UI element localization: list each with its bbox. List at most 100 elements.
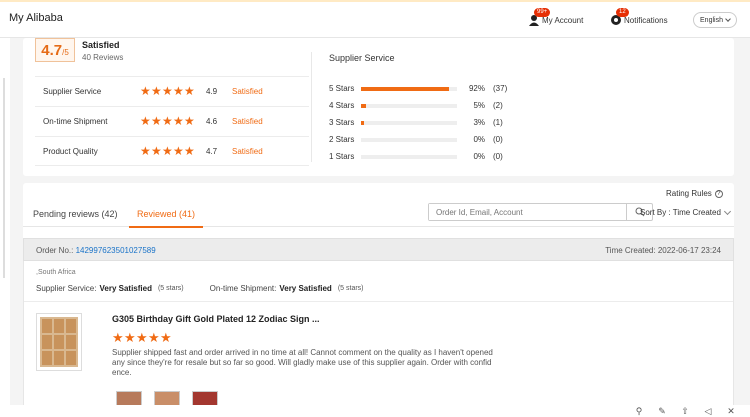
order-number-label: Order No.: bbox=[36, 246, 74, 255]
metrics-table: Supplier Service ★ ★ ★ ★ ★ 4.9 Satisfied On-… bbox=[35, 76, 309, 166]
bottom-toolbar: ⚲ ✎ ⇧ ◁ ✕ bbox=[0, 405, 750, 417]
distribution-count: (37) bbox=[493, 84, 508, 93]
distribution-bar bbox=[361, 154, 457, 159]
order-number-link[interactable]: 142997623501027589 bbox=[76, 246, 156, 255]
metric-label: Product Quality bbox=[43, 146, 98, 156]
rating-rules-link[interactable]: Rating Rules ? bbox=[666, 189, 723, 198]
supplier-service-stars: (5 stars) bbox=[157, 285, 184, 292]
supplier-service-label: Supplier Service: bbox=[36, 284, 97, 293]
overall-score: 4.7 /5 Satisfied 40 Reviews bbox=[35, 38, 123, 62]
distribution-row: 3 Stars 3% (1) bbox=[329, 114, 513, 131]
shipment-stars: (5 stars) bbox=[337, 285, 364, 292]
score-box: 4.7 /5 bbox=[35, 38, 75, 62]
tab-pending-reviews[interactable]: Pending reviews (42) bbox=[25, 209, 126, 226]
buyer-country: ,South Africa bbox=[36, 269, 76, 276]
my-account-label: My Account bbox=[542, 15, 584, 25]
metric-status: Satisfied bbox=[232, 87, 263, 96]
distribution-percent: 0% bbox=[473, 135, 485, 144]
star-rating: ★ ★ ★ ★ ★ bbox=[140, 114, 198, 128]
star-icon: ★ bbox=[112, 330, 124, 345]
metric-status: Satisfied bbox=[232, 146, 263, 156]
metric-status: Satisfied bbox=[232, 117, 263, 126]
order-number: Order No.: 142997623501027589 bbox=[36, 246, 156, 255]
star-icon: ★ bbox=[151, 114, 162, 128]
product-image bbox=[40, 317, 78, 367]
product-image-card bbox=[42, 319, 52, 333]
notifications-link[interactable]: 12 Notifications bbox=[610, 8, 668, 26]
score-value: 4.7 bbox=[41, 42, 63, 59]
distribution-fill bbox=[361, 120, 364, 125]
star-icon: ★ bbox=[162, 143, 173, 158]
star-icon: ★ bbox=[151, 84, 162, 98]
metric-value: 4.9 bbox=[206, 87, 218, 96]
metric-row: On-time Shipment ★ ★ ★ ★ ★ 4.6 Satisfied bbox=[35, 106, 309, 136]
distribution-bar bbox=[361, 137, 457, 142]
star-icon: ★ bbox=[173, 143, 184, 158]
distribution-label: 5 Stars bbox=[329, 84, 355, 93]
metric-label: On-time Shipment bbox=[43, 117, 108, 126]
help-icon: ? bbox=[714, 189, 723, 198]
star-icon: ★ bbox=[140, 143, 151, 158]
distribution-fill bbox=[361, 86, 450, 91]
half-star-icon: ★ bbox=[184, 114, 195, 128]
star-icon: ★ bbox=[173, 114, 184, 128]
metric-value: 4.6 bbox=[206, 117, 218, 126]
edit-icon[interactable]: ✎ bbox=[657, 406, 667, 416]
upload-icon[interactable]: ⇧ bbox=[680, 406, 690, 416]
supplier-service-rating: Supplier Service: Very Satisfied (5 star… bbox=[36, 284, 184, 293]
notifications-label: Notifications bbox=[624, 15, 668, 25]
chevron-down-icon bbox=[723, 207, 731, 215]
shipment-label: On-time Shipment: bbox=[209, 284, 277, 293]
metric-label: Supplier Service bbox=[43, 87, 102, 96]
star-rating: ★ ★ ★ ★ ★ bbox=[140, 143, 198, 158]
rocket-icon[interactable]: ⚲ bbox=[634, 406, 644, 416]
brand-title[interactable]: My Alibaba bbox=[9, 12, 63, 24]
metric-row: Product Quality ★ ★ ★ ★ ★ 4.7 Satisfied bbox=[35, 136, 309, 166]
rating-rules-label: Rating Rules bbox=[666, 189, 712, 198]
my-account-link[interactable]: 99+ My Account bbox=[528, 8, 584, 26]
product-thumbnail[interactable] bbox=[36, 313, 82, 371]
star-icon: ★ bbox=[140, 114, 151, 128]
metric-row: Supplier Service ★ ★ ★ ★ ★ 4.9 Satisfied bbox=[35, 76, 309, 106]
sort-dropdown[interactable]: Sort By : Time Created bbox=[640, 207, 731, 217]
star-icon: ★ bbox=[173, 84, 184, 98]
language-label: English bbox=[700, 16, 723, 24]
product-image-card bbox=[66, 335, 76, 349]
star-rating: ★ ★ ★ ★ ★ bbox=[140, 84, 198, 98]
reviews-card: Rating Rules ? Pending reviews (42) Revi… bbox=[23, 183, 734, 417]
product-image-card bbox=[54, 319, 64, 333]
sidebar-scrollbar[interactable] bbox=[3, 78, 5, 278]
left-sidebar bbox=[0, 38, 10, 417]
language-selector[interactable]: English bbox=[693, 12, 737, 28]
sort-label: Sort By : Time Created bbox=[640, 208, 721, 217]
order-divider bbox=[24, 301, 733, 302]
tab-reviewed[interactable]: Reviewed (41) bbox=[129, 209, 204, 228]
star-icon: ★ bbox=[160, 330, 172, 345]
distribution-percent: 0% bbox=[473, 152, 485, 161]
review-text: Supplier shipped fast and order arrived … bbox=[112, 348, 493, 377]
star-icon: ★ bbox=[140, 84, 151, 98]
product-title[interactable]: G305 Birthday Gift Gold Plated 12 Zodiac… bbox=[112, 314, 320, 324]
review-star-rating: ★ ★ ★ ★ ★ bbox=[112, 330, 172, 345]
distribution-fill bbox=[361, 103, 366, 108]
product-image-card bbox=[66, 319, 76, 333]
distribution-percent: 92% bbox=[468, 84, 485, 93]
distribution-row: 1 Stars 0% (0) bbox=[329, 148, 513, 165]
distribution-percent: 5% bbox=[473, 101, 485, 110]
distribution-count: (1) bbox=[493, 118, 503, 127]
close-icon[interactable]: ✕ bbox=[726, 406, 736, 416]
volume-icon[interactable]: ◁ bbox=[703, 406, 713, 416]
product-image-card bbox=[66, 351, 76, 365]
order-review: ,South Africa Supplier Service: Very Sat… bbox=[23, 261, 734, 417]
order-header: Order No.: 142997623501027589 Time Creat… bbox=[23, 238, 734, 261]
distribution-label: 1 Stars bbox=[329, 152, 355, 161]
score-max: /5 bbox=[62, 48, 69, 57]
top-bar: My Alibaba 99+ My Account 12 Notificatio… bbox=[0, 0, 750, 38]
distribution-label: 3 Stars bbox=[329, 118, 355, 127]
search-input[interactable] bbox=[429, 204, 626, 220]
star-icon: ★ bbox=[184, 84, 195, 98]
star-distribution: 5 Stars 92% (37) 4 Stars 5% (2) 3 Stars … bbox=[329, 80, 513, 165]
star-icon: ★ bbox=[151, 143, 162, 158]
distribution-label: 2 Stars bbox=[329, 135, 355, 144]
service-ratings: Supplier Service: Very Satisfied (5 star… bbox=[36, 284, 390, 293]
